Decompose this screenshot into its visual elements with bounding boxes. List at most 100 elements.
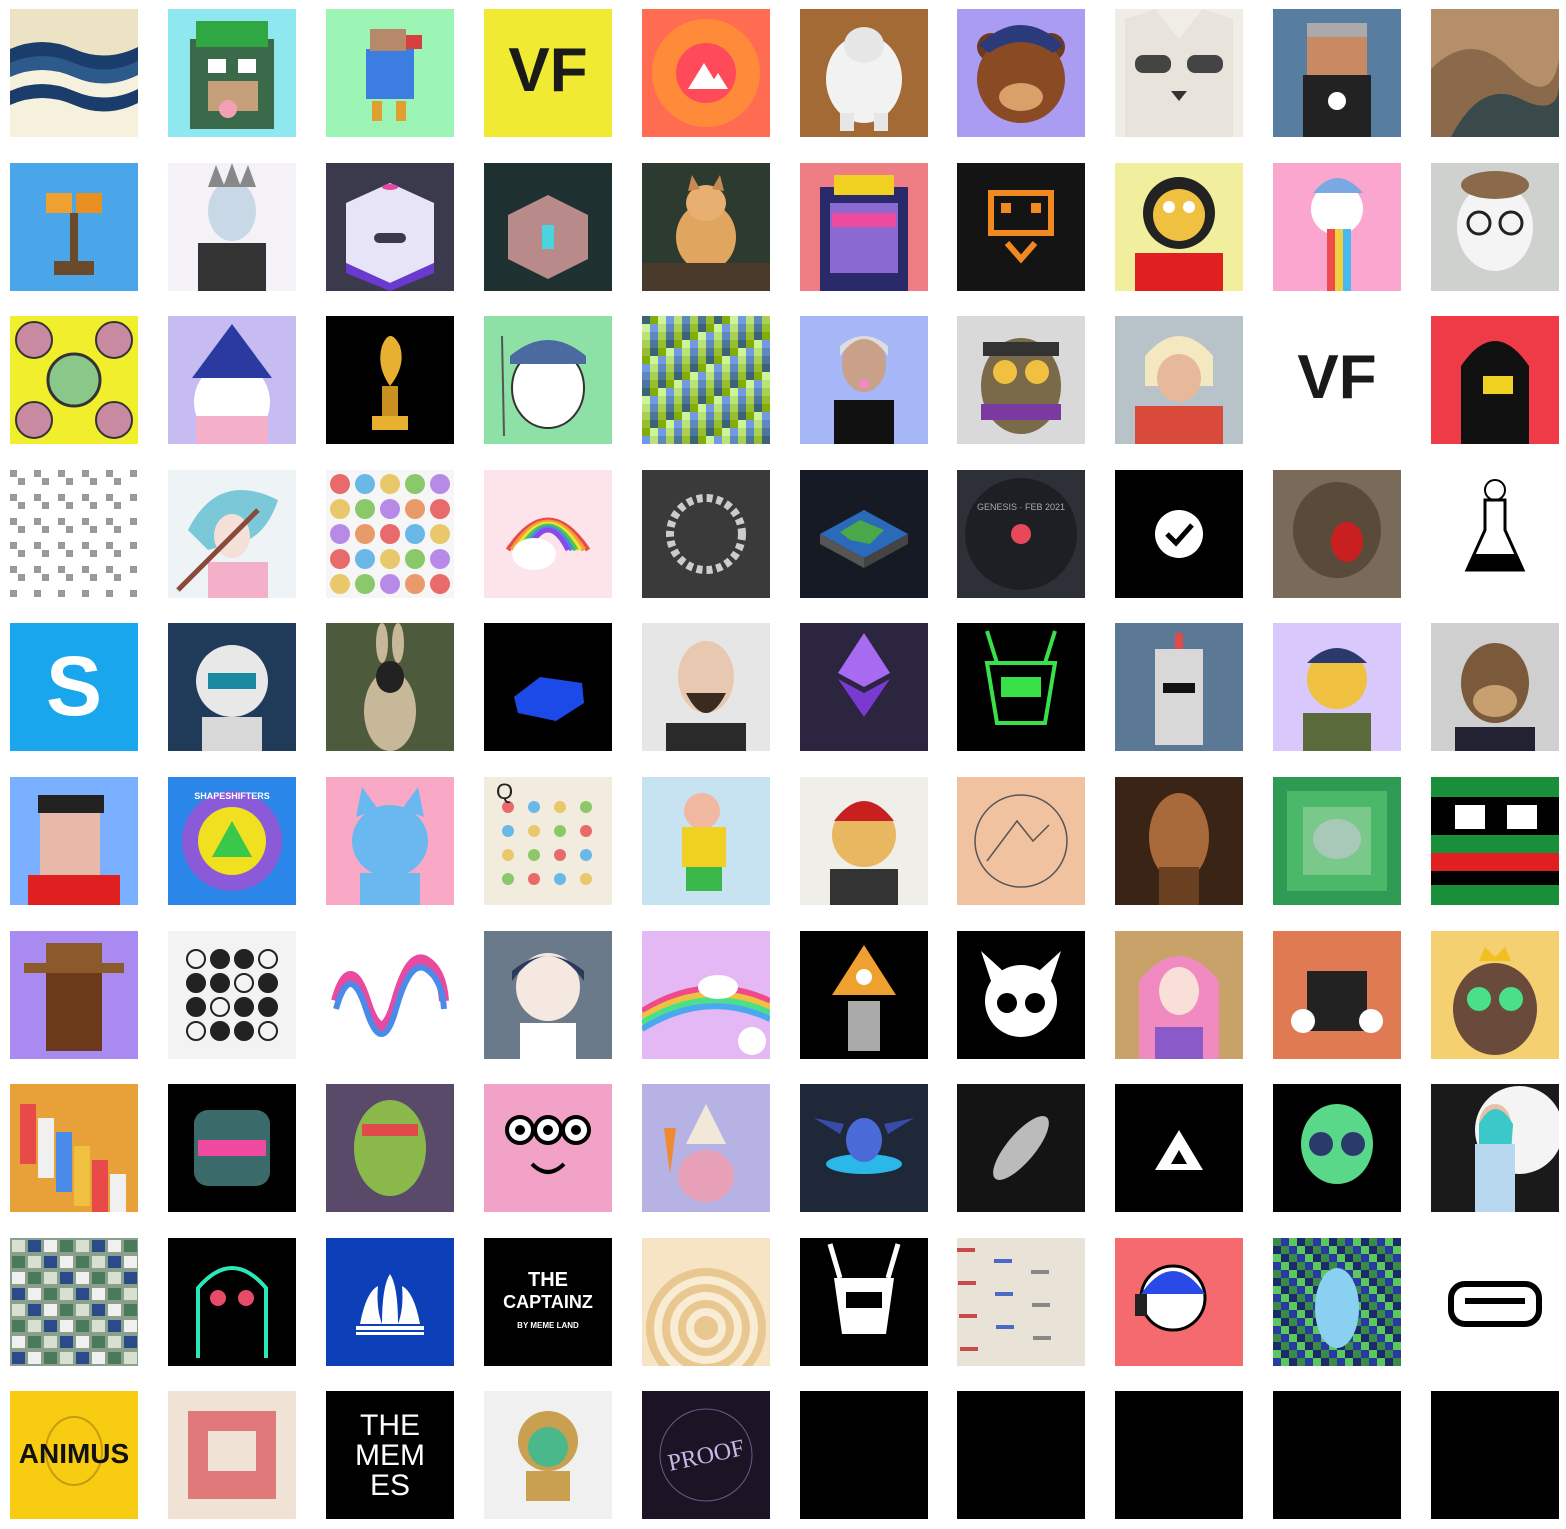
nft-tile[interactable] (484, 623, 612, 751)
nft-tile[interactable] (326, 316, 454, 444)
nft-tile[interactable] (642, 316, 770, 444)
nft-tile[interactable]: THE CAPTAINZ BY MEME LAND (484, 1238, 612, 1366)
nft-tile[interactable] (326, 1238, 454, 1366)
nft-tile[interactable] (800, 1391, 928, 1519)
nft-tile[interactable] (10, 9, 138, 137)
nft-tile[interactable] (326, 1084, 454, 1212)
nft-tile[interactable] (957, 1238, 1085, 1366)
nft-tile[interactable] (1431, 623, 1559, 751)
nft-tile[interactable] (10, 316, 138, 444)
nft-tile[interactable] (800, 1084, 928, 1212)
nft-tile[interactable] (10, 470, 138, 598)
nft-tile[interactable] (1115, 623, 1243, 751)
nft-tile[interactable] (484, 1084, 612, 1212)
nft-tile[interactable] (1115, 777, 1243, 905)
nft-tile[interactable] (326, 623, 454, 751)
nft-tile[interactable] (800, 163, 928, 291)
nft-tile[interactable] (957, 931, 1085, 1059)
nft-tile[interactable] (10, 777, 138, 905)
nft-tile[interactable] (1115, 931, 1243, 1059)
nft-tile[interactable] (484, 1391, 612, 1519)
nft-tile[interactable]: SHAPESHIFTERS (168, 777, 296, 905)
nft-tile[interactable] (957, 163, 1085, 291)
nft-tile[interactable] (168, 9, 296, 137)
nft-tile[interactable] (1273, 623, 1401, 751)
nft-tile[interactable] (484, 931, 612, 1059)
nft-tile[interactable] (957, 9, 1085, 137)
nft-tile[interactable] (326, 9, 454, 137)
nft-tile[interactable] (800, 931, 928, 1059)
nft-tile[interactable] (10, 1084, 138, 1212)
nft-tile[interactable] (642, 777, 770, 905)
nft-tile[interactable] (168, 1238, 296, 1366)
nft-tile[interactable] (1273, 470, 1401, 598)
nft-tile[interactable]: VF (484, 9, 612, 137)
nft-tile[interactable]: GENESIS · FEB 2021 (957, 470, 1085, 598)
nft-tile[interactable] (168, 1084, 296, 1212)
nft-tile[interactable] (800, 623, 928, 751)
nft-tile[interactable]: ANIMUS (10, 1391, 138, 1519)
nft-tile[interactable] (168, 623, 296, 751)
nft-tile[interactable] (642, 931, 770, 1059)
nft-tile[interactable] (1115, 1238, 1243, 1366)
nft-tile[interactable] (1115, 316, 1243, 444)
nft-tile[interactable] (642, 470, 770, 598)
nft-tile[interactable] (1431, 163, 1559, 291)
nft-tile[interactable] (642, 623, 770, 751)
nft-tile[interactable] (168, 163, 296, 291)
nft-tile[interactable] (957, 1084, 1085, 1212)
nft-tile[interactable] (1431, 777, 1559, 905)
nft-tile[interactable] (800, 777, 928, 905)
nft-tile[interactable]: THE MEM ES (326, 1391, 454, 1519)
nft-tile[interactable] (326, 470, 454, 598)
nft-tile[interactable] (326, 163, 454, 291)
nft-tile[interactable] (1431, 1238, 1559, 1366)
nft-tile[interactable] (642, 9, 770, 137)
nft-tile[interactable] (1273, 1084, 1401, 1212)
nft-tile[interactable] (1115, 1391, 1243, 1519)
nft-tile[interactable] (957, 1391, 1085, 1519)
nft-tile[interactable]: VF (1273, 316, 1401, 444)
nft-tile[interactable] (1273, 1238, 1401, 1366)
nft-tile[interactable] (1273, 9, 1401, 137)
nft-tile[interactable] (1115, 1084, 1243, 1212)
nft-tile[interactable] (800, 470, 928, 598)
nft-tile[interactable] (326, 931, 454, 1059)
nft-tile[interactable] (1115, 470, 1243, 598)
nft-tile[interactable]: PROOF (642, 1391, 770, 1519)
nft-tile[interactable] (326, 777, 454, 905)
nft-tile[interactable] (10, 163, 138, 291)
nft-tile[interactable] (10, 1238, 138, 1366)
nft-tile[interactable] (957, 777, 1085, 905)
nft-tile[interactable] (1273, 777, 1401, 905)
nft-tile[interactable] (1431, 9, 1559, 137)
nft-tile[interactable] (800, 1238, 928, 1366)
nft-tile[interactable] (1115, 9, 1243, 137)
nft-tile[interactable] (1273, 163, 1401, 291)
nft-tile[interactable] (168, 1391, 296, 1519)
nft-tile[interactable] (642, 1238, 770, 1366)
nft-tile[interactable] (1431, 470, 1559, 598)
nft-tile[interactable]: Q (484, 777, 612, 905)
nft-tile[interactable] (10, 931, 138, 1059)
nft-tile[interactable] (800, 9, 928, 137)
nft-tile[interactable] (1273, 931, 1401, 1059)
nft-tile[interactable] (642, 163, 770, 291)
nft-tile[interactable] (1431, 1084, 1559, 1212)
nft-tile[interactable] (800, 316, 928, 444)
nft-tile[interactable] (484, 163, 612, 291)
nft-tile[interactable]: S (10, 623, 138, 751)
nft-tile[interactable] (1431, 931, 1559, 1059)
nft-tile[interactable] (484, 316, 612, 444)
nft-tile[interactable] (1431, 1391, 1559, 1519)
nft-tile[interactable] (642, 1084, 770, 1212)
nft-tile[interactable] (484, 470, 612, 598)
nft-tile[interactable] (168, 470, 296, 598)
nft-tile[interactable] (957, 623, 1085, 751)
nft-tile[interactable] (1431, 316, 1559, 444)
nft-tile[interactable] (168, 931, 296, 1059)
nft-tile[interactable] (957, 316, 1085, 444)
nft-tile[interactable] (168, 316, 296, 444)
nft-tile[interactable] (1115, 163, 1243, 291)
nft-tile[interactable] (1273, 1391, 1401, 1519)
